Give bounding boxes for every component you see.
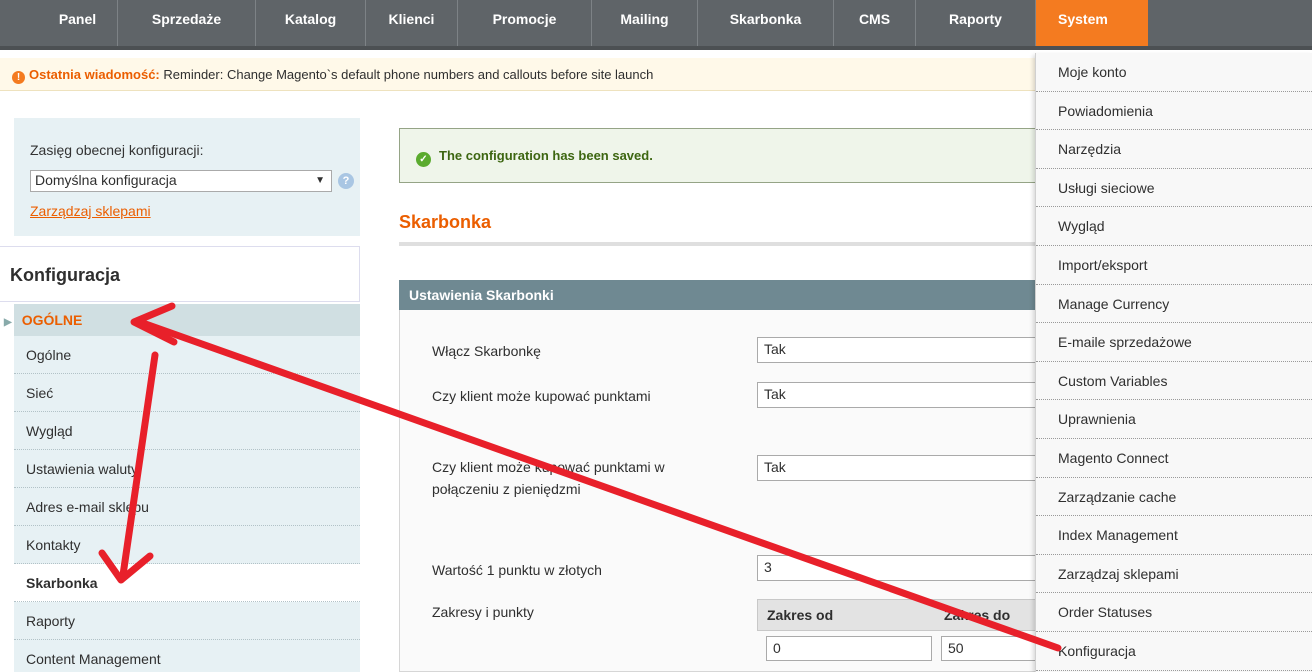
page-title: Skarbonka [399, 212, 1039, 246]
warning-icon: ! [12, 71, 25, 84]
point-value-input[interactable]: 3 [757, 555, 1047, 581]
sidebar-item-ogolne[interactable]: Ogólne [14, 336, 360, 374]
scope-select[interactable]: Domyślna konfiguracja ▼ [30, 170, 332, 192]
field-label-ranges: Zakresy i punkty [432, 604, 534, 620]
field-label-buy-points: Czy klient może kupować punktami [432, 388, 651, 404]
scope-label: Zasięg obecnej konfiguracji: [30, 142, 204, 158]
menu-item-uprawnienia[interactable]: Uprawnienia [1036, 400, 1312, 439]
nav-klienci[interactable]: Klienci [366, 0, 458, 46]
range-from-input[interactable]: 0 [766, 636, 932, 661]
triangle-right-icon: ▶ [4, 317, 12, 328]
menu-item-narzedzia[interactable]: Narzędzia [1036, 130, 1312, 169]
manage-stores-link[interactable]: Zarządzaj sklepami [30, 203, 151, 219]
nav-cms[interactable]: CMS [834, 0, 916, 46]
system-dropdown-menu: Moje konto Powiadomienia Narzędzia Usług… [1035, 53, 1312, 672]
menu-item-konfiguracja[interactable]: Konfiguracja [1036, 632, 1312, 671]
config-sidebar: ▶ OGÓLNE Ogólne Sieć Wygląd Ustawienia wa… [4, 304, 360, 672]
buy-mixed-select[interactable]: Tak [757, 455, 1047, 481]
scope-selected-value: Domyślna konfiguracja [35, 172, 177, 188]
help-icon[interactable]: ? [338, 173, 354, 189]
sidebar-item-siec[interactable]: Sieć [14, 374, 360, 412]
range-to-input[interactable]: 50 [941, 636, 1041, 661]
nav-promocje[interactable]: Promocje [458, 0, 592, 46]
success-message: ✓ The configuration has been saved. [399, 128, 1039, 183]
buy-points-select[interactable]: Tak [757, 382, 1047, 408]
menu-item-index-management[interactable]: Index Management [1036, 516, 1312, 555]
ranges-table-header: Zakres od Zakres do [757, 599, 1047, 631]
menu-item-order-statuses[interactable]: Order Statuses [1036, 593, 1312, 632]
enable-select[interactable]: Tak [757, 337, 1047, 363]
sidebar-group-ogolne[interactable]: ▶ OGÓLNE [4, 304, 360, 336]
notice-label: Ostatnia wiadomość: [29, 67, 160, 82]
sidebar-item-content-management[interactable]: Content Management [14, 640, 360, 672]
sidebar-item-ustawienia-waluty[interactable]: Ustawienia waluty [14, 450, 360, 488]
nav-panel[interactable]: Panel [38, 0, 118, 46]
sidebar-item-skarbonka[interactable]: Skarbonka [14, 564, 360, 602]
top-navigation: Panel Sprzedaże Katalog Klienci Promocje… [0, 0, 1312, 50]
menu-item-zarzadzanie-cache[interactable]: Zarządzanie cache [1036, 478, 1312, 517]
col-header-to: Zakres do [944, 607, 1011, 623]
sidebar-item-raporty[interactable]: Raporty [14, 602, 360, 640]
menu-item-emaile-sprzedazowe[interactable]: E-maile sprzedażowe [1036, 323, 1312, 362]
chevron-down-icon: ▼ [315, 175, 325, 186]
sidebar-group-label: OGÓLNE [21, 312, 83, 328]
field-label-buy-mixed: Czy klient może kupować punktami w połąc… [432, 459, 665, 497]
scope-switcher: Zasięg obecnej konfiguracji: Domyślna ko… [14, 118, 360, 236]
menu-item-zarzadzaj-sklepami[interactable]: Zarządzaj sklepami [1036, 555, 1312, 594]
menu-item-moje-konto[interactable]: Moje konto [1036, 53, 1312, 92]
nav-sprzedaze[interactable]: Sprzedaże [118, 0, 256, 46]
menu-item-import-eksport[interactable]: Import/eksport [1036, 246, 1312, 285]
menu-item-powiadomienia[interactable]: Powiadomienia [1036, 92, 1312, 131]
field-label-point-value: Wartość 1 punktu w złotych [432, 562, 602, 578]
menu-item-manage-currency[interactable]: Manage Currency [1036, 285, 1312, 324]
sidebar-item-wyglad[interactable]: Wygląd [14, 412, 360, 450]
checkmark-icon: ✓ [416, 152, 431, 167]
nav-raporty[interactable]: Raporty [916, 0, 1036, 46]
menu-item-wyglad[interactable]: Wygląd [1036, 207, 1312, 246]
field-label-enable: Włącz Skarbonkę [432, 343, 541, 359]
notice-text: Reminder: Change Magento`s default phone… [163, 67, 654, 82]
nav-skarbonka[interactable]: Skarbonka [698, 0, 834, 46]
sidebar-title: Konfiguracja [0, 246, 360, 302]
menu-item-custom-variables[interactable]: Custom Variables [1036, 362, 1312, 401]
nav-mailing[interactable]: Mailing [592, 0, 698, 46]
nav-katalog[interactable]: Katalog [256, 0, 366, 46]
nav-system[interactable]: System [1036, 0, 1148, 46]
col-header-from: Zakres od [767, 607, 834, 623]
menu-item-magento-connect[interactable]: Magento Connect [1036, 439, 1312, 478]
success-text: The configuration has been saved. [439, 148, 653, 163]
sidebar-item-kontakty[interactable]: Kontakty [14, 526, 360, 564]
fieldset-header[interactable]: Ustawienia Skarbonki [399, 280, 1039, 310]
menu-item-uslugi-sieciowe[interactable]: Usługi sieciowe [1036, 169, 1312, 208]
sidebar-item-adres-email[interactable]: Adres e-mail sklepu [14, 488, 360, 526]
